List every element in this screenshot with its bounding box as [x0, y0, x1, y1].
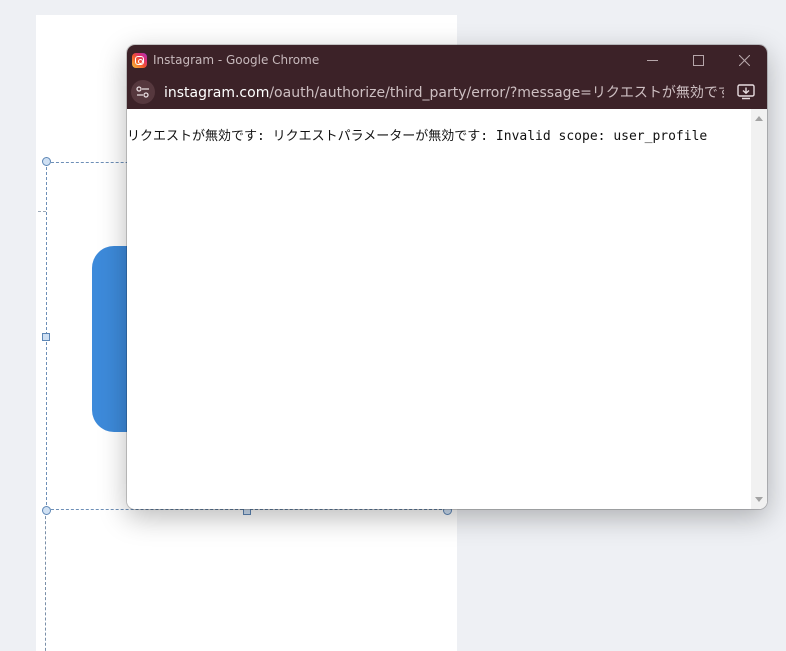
site-settings-button[interactable] — [131, 80, 155, 104]
vertical-scrollbar[interactable] — [751, 109, 767, 509]
open-in-browser-icon[interactable] — [737, 84, 755, 100]
url-text[interactable]: instagram.com/oauth/authorize/third_part… — [164, 82, 724, 102]
window-title: Instagram - Google Chrome — [153, 53, 320, 67]
resize-handle-left[interactable] — [42, 333, 50, 341]
minimize-button[interactable] — [629, 45, 675, 75]
resize-handle-bottom-left[interactable] — [42, 506, 51, 515]
instagram-icon — [132, 52, 147, 68]
maximize-button[interactable] — [675, 45, 721, 75]
error-message: リクエストが無効です: リクエストパラメーターが無効です: Invalid sc… — [127, 129, 708, 144]
minimize-icon — [646, 59, 658, 61]
desktop: Instagram - Google Chrome instagram.com/… — [0, 0, 786, 651]
url-path: /oauth/authorize/third_party/error/?mess… — [269, 85, 724, 101]
alignment-guide — [45, 511, 46, 651]
maximize-icon — [692, 54, 704, 66]
title-bar[interactable]: Instagram - Google Chrome — [127, 45, 767, 75]
close-button[interactable] — [721, 45, 767, 75]
address-bar: instagram.com/oauth/authorize/third_part… — [127, 75, 767, 109]
url-host: instagram.com — [164, 85, 270, 101]
scroll-up-icon[interactable] — [755, 116, 763, 121]
scroll-down-icon[interactable] — [755, 497, 763, 502]
ruler-guide-tick — [38, 211, 46, 212]
tune-icon — [136, 86, 149, 98]
close-icon — [738, 54, 750, 66]
resize-handle-top-left[interactable] — [42, 157, 51, 166]
chrome-popup-window: Instagram - Google Chrome instagram.com/… — [127, 45, 767, 509]
page-content: リクエストが無効です: リクエストパラメーターが無効です: Invalid sc… — [127, 109, 767, 509]
